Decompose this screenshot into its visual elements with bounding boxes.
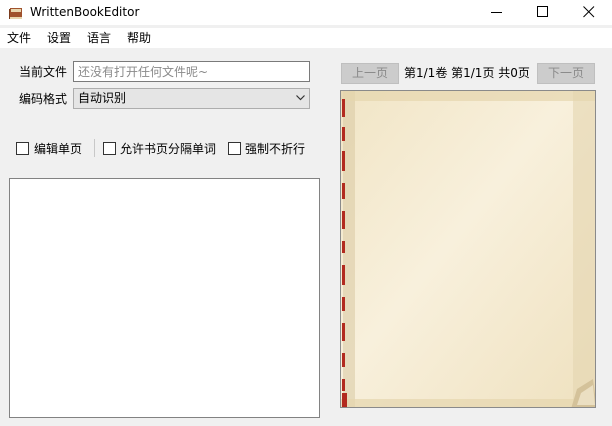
allow-split-words-checkbox[interactable] xyxy=(103,142,116,155)
encoding-select[interactable]: 自动识别 xyxy=(73,88,310,109)
minimize-button[interactable] xyxy=(474,0,520,25)
page-info: 第1/1卷 第1/1页 共0页 xyxy=(404,66,530,80)
menu-language[interactable]: 语言 xyxy=(87,31,111,45)
book-page-preview xyxy=(340,90,596,408)
book-icon xyxy=(8,5,24,21)
edit-single-page-checkbox[interactable] xyxy=(16,142,29,155)
close-button[interactable] xyxy=(566,0,612,25)
window-title: WrittenBookEditor xyxy=(30,5,140,19)
current-file-label: 当前文件 xyxy=(19,65,68,79)
encoding-label: 编码格式 xyxy=(19,92,68,106)
text-editor[interactable] xyxy=(9,178,320,418)
minimize-icon xyxy=(491,12,502,13)
chevron-down-icon xyxy=(296,95,305,101)
force-no-wrap-checkbox[interactable] xyxy=(228,142,241,155)
options-divider xyxy=(94,139,95,157)
menu-settings[interactable]: 设置 xyxy=(47,31,71,45)
title-bar: WrittenBookEditor xyxy=(0,0,612,25)
menu-file[interactable]: 文件 xyxy=(7,31,31,45)
prev-page-button[interactable]: 上一页 xyxy=(341,63,399,84)
menu-help[interactable]: 帮助 xyxy=(127,31,151,45)
encoding-value: 自动识别 xyxy=(78,91,127,105)
close-icon xyxy=(583,6,595,18)
current-file-field[interactable] xyxy=(73,61,310,82)
force-no-wrap-label: 强制不折行 xyxy=(245,142,306,156)
edit-single-page-label: 编辑单页 xyxy=(34,142,83,156)
maximize-icon xyxy=(537,6,548,17)
maximize-button[interactable] xyxy=(520,0,566,25)
parchment-page xyxy=(341,91,595,407)
allow-split-words-label: 允许书页分隔单词 xyxy=(120,142,217,156)
next-page-button[interactable]: 下一页 xyxy=(537,63,595,84)
menu-bar: 文件 设置 语言 帮助 xyxy=(0,28,612,48)
